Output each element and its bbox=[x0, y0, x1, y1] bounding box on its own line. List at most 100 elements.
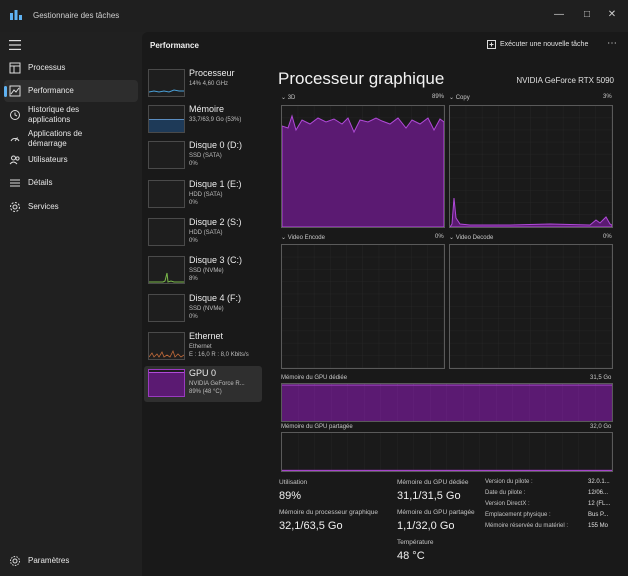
device-detail: SSD (NVMe) bbox=[189, 268, 224, 274]
nav-item-users[interactable]: Utilisateurs bbox=[4, 149, 138, 171]
shared-memory-label: Mémoire du GPU partagée bbox=[281, 424, 353, 430]
directx-version-key: Version DirectX : bbox=[485, 501, 530, 507]
reserved-memory-key: Mémoire réservée du matériel : bbox=[485, 523, 569, 529]
device-detail: SSD (NVMe) bbox=[189, 306, 224, 312]
nav-label: Performance bbox=[28, 86, 74, 95]
device-detail: 14% 4,60 GHz bbox=[189, 81, 229, 87]
device-name: Disque 2 (S:) bbox=[189, 217, 242, 227]
device-item-ethernet[interactable]: Ethernet Ethernet E : 16,0 R : 8,0 Kbits… bbox=[144, 329, 262, 365]
device-name: Ethernet bbox=[189, 331, 224, 341]
memory-thumbnail bbox=[148, 105, 185, 133]
run-new-task-button[interactable]: Exécuter une nouvelle tâche bbox=[487, 40, 588, 49]
device-usage: 0% bbox=[189, 161, 198, 167]
run-task-label: Exécuter une nouvelle tâche bbox=[500, 41, 589, 48]
engine-name: Video Decode bbox=[455, 235, 494, 241]
engine-copy-percent: 3% bbox=[603, 94, 612, 100]
device-name: Disque 4 (F:) bbox=[189, 293, 242, 303]
nav-item-settings[interactable]: Paramètres bbox=[4, 550, 138, 572]
cpu-memory-stat-label: Mémoire du processeur graphique bbox=[279, 509, 378, 516]
engine-decode-dropdown[interactable]: ⌄ Video Decode bbox=[449, 234, 493, 241]
nav-label: Détails bbox=[28, 178, 53, 187]
device-detail: HDD (SATA) bbox=[189, 230, 223, 236]
driver-date-value: 12/06... bbox=[588, 490, 609, 496]
cpu-thumbnail bbox=[148, 69, 185, 97]
device-usage: 89% (48 °C) bbox=[189, 389, 222, 395]
temperature-label: Température bbox=[397, 539, 434, 546]
driver-date-key: Date du pilote : bbox=[485, 490, 526, 496]
ethernet-thumbnail bbox=[148, 332, 185, 360]
close-button[interactable]: ✕ bbox=[598, 4, 626, 24]
title-bar: Gestionnaire des tâches — □ ✕ bbox=[0, 0, 628, 32]
device-item-memory[interactable]: Mémoire 33,7/63,9 Go (53%) bbox=[144, 102, 262, 138]
reserved-memory-value: 155 Mo bbox=[588, 523, 609, 529]
engine-copy-dropdown[interactable]: ⌄ Copy bbox=[449, 94, 470, 101]
minimize-button[interactable]: — bbox=[545, 4, 573, 24]
engine-video-encode-graph bbox=[281, 244, 445, 369]
disk-thumbnail bbox=[148, 218, 185, 246]
more-options-button[interactable]: ⋯ bbox=[607, 38, 618, 49]
device-detail: NVIDIA GeForce R... bbox=[189, 381, 245, 387]
device-item-disk-4[interactable]: Disque 4 (F:) SSD (NVMe) 0% bbox=[144, 291, 262, 327]
details-icon bbox=[10, 179, 20, 187]
device-detail: HDD (SATA) bbox=[189, 192, 223, 198]
directx-version-value: 12 (FL... bbox=[588, 501, 611, 507]
nav-label: Processus bbox=[28, 63, 66, 72]
engine-3d-dropdown[interactable]: ⌄ 3D bbox=[281, 94, 295, 101]
maximize-button[interactable]: □ bbox=[573, 4, 601, 24]
device-name: GPU 0 bbox=[189, 368, 217, 378]
services-icon bbox=[10, 202, 20, 212]
engine-video-decode-graph bbox=[449, 244, 613, 369]
disk-thumbnail bbox=[148, 256, 185, 284]
shared-memory-graph bbox=[281, 432, 613, 472]
utilisation-label: Utilisation bbox=[279, 479, 308, 486]
device-detail: Ethernet bbox=[189, 344, 212, 350]
page-title: Performance bbox=[150, 41, 199, 50]
device-usage: 0% bbox=[189, 314, 198, 320]
nav-label: Historique des applications bbox=[28, 105, 80, 124]
gear-icon bbox=[10, 556, 20, 566]
startup-icon bbox=[10, 137, 20, 142]
physical-location-key: Emplacement physique : bbox=[485, 512, 551, 518]
engine-3d-graph bbox=[281, 105, 445, 228]
shared-memory-stat-value: 1,1/32,0 Go bbox=[397, 520, 455, 532]
device-name: Mémoire bbox=[189, 104, 225, 114]
device-name: Disque 0 (D:) bbox=[189, 140, 243, 150]
history-icon bbox=[10, 110, 20, 120]
device-item-gpu-0[interactable]: GPU 0 NVIDIA GeForce R... 89% (48 °C) bbox=[144, 366, 262, 402]
nav-item-services[interactable]: Services bbox=[4, 196, 138, 218]
task-manager-icon bbox=[10, 10, 22, 20]
new-task-icon bbox=[487, 40, 496, 49]
nav-item-performance[interactable]: Performance bbox=[4, 80, 138, 102]
device-item-disk-0[interactable]: Disque 0 (D:) SSD (SATA) 0% bbox=[144, 138, 262, 174]
hamburger-menu-icon[interactable] bbox=[9, 40, 21, 50]
dedicated-memory-stat-value: 31,1/31,5 Go bbox=[397, 490, 461, 502]
engine-encode-dropdown[interactable]: ⌄ Video Encode bbox=[281, 234, 325, 241]
dedicated-memory-stat-label: Mémoire du GPU dédiée bbox=[397, 479, 469, 486]
engine-name: 3D bbox=[287, 95, 296, 101]
engine-name: Copy bbox=[455, 95, 470, 101]
device-item-cpu[interactable]: Processeur 14% 4,60 GHz bbox=[144, 66, 262, 102]
main-panel: Performance Exécuter une nouvelle tâche … bbox=[142, 32, 628, 576]
shared-memory-max: 32,0 Go bbox=[590, 424, 612, 430]
nav-item-startup[interactable]: Applications de démarrage bbox=[4, 127, 138, 151]
device-detail: 33,7/63,9 Go (53%) bbox=[189, 117, 242, 123]
device-usage: 0% bbox=[189, 238, 198, 244]
utilisation-value: 89% bbox=[279, 490, 302, 502]
disk-thumbnail bbox=[148, 294, 185, 322]
app-title: Gestionnaire des tâches bbox=[33, 11, 120, 20]
engine-encode-percent: 0% bbox=[435, 234, 444, 240]
navigation-pane: Processus Performance Historique des app… bbox=[0, 32, 142, 576]
nav-item-processus[interactable]: Processus bbox=[4, 57, 138, 79]
dedicated-memory-label: Mémoire du GPU dédiée bbox=[281, 375, 348, 381]
device-item-disk-1[interactable]: Disque 1 (E:) HDD (SATA) 0% bbox=[144, 177, 262, 213]
device-item-disk-3[interactable]: Disque 3 (C:) SSD (NVMe) 8% bbox=[144, 253, 262, 289]
nav-item-history[interactable]: Historique des applications bbox=[4, 103, 138, 127]
engine-3d-percent: 89% bbox=[432, 94, 445, 100]
device-item-disk-2[interactable]: Disque 2 (S:) HDD (SATA) 0% bbox=[144, 215, 262, 251]
processes-icon bbox=[9, 62, 21, 74]
nav-label: Utilisateurs bbox=[28, 155, 68, 164]
nav-item-details[interactable]: Détails bbox=[4, 172, 138, 194]
disk-thumbnail bbox=[148, 141, 185, 169]
performance-icon bbox=[9, 85, 21, 97]
users-icon bbox=[9, 155, 20, 165]
